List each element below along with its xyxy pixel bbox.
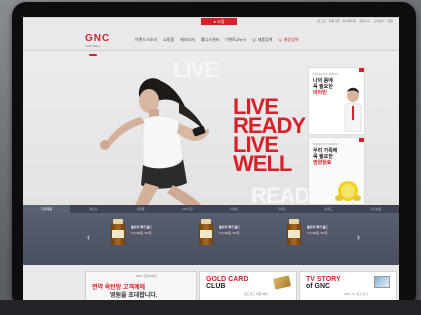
tab-md[interactable]: MD추천 — [164, 205, 211, 213]
tab-brand[interactable]: 브랜드 — [305, 205, 352, 213]
tv-story-title-1: TV STORY — [306, 276, 341, 283]
promo-subline: 영원을 초대합니다. — [110, 293, 158, 299]
promo-eyebrow: GNC 건강이야기 — [136, 274, 158, 278]
side-tab-marker — [359, 68, 364, 72]
lemon-image — [335, 181, 361, 201]
logo-text: GNC — [85, 33, 111, 44]
product-bottle-image — [111, 219, 125, 245]
util-english[interactable]: 영문 — [387, 19, 393, 23]
pharmacist-image — [344, 87, 362, 132]
product-tabs: 추천제품 베스트 신제품 MD추천 이벤트 기획전 브랜드 할인상품 — [23, 205, 399, 213]
runner-woman-image — [100, 78, 210, 221]
tv-story-title-2: of GNC — [306, 283, 331, 290]
laptop-scene: ● 쇼핑 로그인 회원가입 마이페이지 장바구니 고객센터 영문 GNC LIV… — [0, 0, 421, 315]
tab-special[interactable]: 기획전 — [258, 205, 305, 213]
nav-product-search[interactable]: Q. 제품검색 — [252, 37, 272, 43]
product-name: 울트라 메가 골드 — [219, 225, 240, 229]
product-carousel: 추천제품 베스트 신제품 MD추천 이벤트 기획전 브랜드 할인상품 ‹ › 울… — [23, 205, 399, 265]
product-bottle-image — [287, 219, 301, 245]
gold-card-title-1: GOLD CARD — [206, 276, 249, 283]
side-banner-eyebrow: PRODUCT EVENT — [313, 72, 339, 76]
logo-tagline: LIVE WELL — [85, 44, 101, 48]
gold-card-title-2: CLUB — [206, 283, 226, 290]
tv-story-title: TV STORY of GNC — [306, 276, 341, 290]
nav-wellness[interactable]: 웰니스센터 — [201, 37, 219, 43]
nav-shop[interactable]: 쇼핑몰 — [163, 37, 174, 43]
product-price: 72,000원 / 60정 — [219, 231, 240, 235]
side-banner-eyebrow: PRODUCT EVENT — [313, 142, 339, 146]
side-banner-text: 우리 가족에 꼭 필요한 영양원료 — [313, 148, 345, 166]
product-card-1[interactable]: 울트라 메가 골드 72,000원 / 60정 — [107, 217, 177, 261]
promo-gold-card[interactable]: GOLD CARD CLUB 골드카드 회원 혜택 — [199, 271, 297, 300]
carousel-next-button[interactable]: › — [357, 232, 360, 242]
shop-tab[interactable]: ● 쇼핑 — [201, 18, 237, 25]
promo-row: GNC 건강이야기 면역 육탄방 고객께에 영원을 초대합니다. GOLD CA… — [23, 267, 399, 300]
carousel-prev-button[interactable]: ‹ — [87, 232, 90, 242]
side-banner-family[interactable]: PRODUCT EVENT 우리 가족에 꼭 필요한 영양원료 — [308, 137, 365, 205]
tv-story-desc: GNC TV 광고 보기 — [344, 292, 368, 296]
side-banner-vitamin[interactable]: PRODUCT EVENT 나의 몸에 꼭 필요한 비타민 — [308, 67, 365, 135]
tab-recommended[interactable]: 추천제품 — [23, 205, 70, 213]
side-highlight: 비타민 — [313, 90, 327, 96]
product-card-2[interactable]: 울트라 메가 골드 72,000원 / 60정 — [195, 217, 265, 261]
main-nav: 브랜드스토리 쇼핑몰 헤리티지 웰니스센터 이벤트&뉴스 Q. 제품검색 Q. … — [135, 37, 298, 43]
product-card-3[interactable]: 울트라 메가 골드 72,000원 / 60정 — [283, 217, 353, 261]
gold-card-desc: 골드카드 회원 혜택 — [244, 292, 268, 296]
util-cart[interactable]: 장바구니 — [359, 19, 370, 23]
product-name: 울트라 메가 골드 — [131, 225, 152, 229]
tab-sale[interactable]: 할인상품 — [352, 205, 399, 213]
util-mypage[interactable]: 마이페이지 — [343, 19, 357, 23]
product-name: 울트라 메가 골드 — [307, 225, 328, 229]
top-utility-bar: ● 쇼핑 로그인 회원가입 마이페이지 장바구니 고객센터 영문 — [23, 17, 399, 25]
nav-store-search[interactable]: Q. 매장검색 — [278, 37, 298, 43]
tab-best[interactable]: 베스트 — [70, 205, 117, 213]
product-price: 72,000원 / 60정 — [131, 231, 152, 235]
slogan-line-4: WELL — [233, 151, 292, 176]
tv-icon — [374, 276, 390, 288]
util-login[interactable]: 로그인 — [317, 19, 325, 23]
tab-event[interactable]: 이벤트 — [211, 205, 258, 213]
promo-immunity-banner[interactable]: GNC 건강이야기 면역 육탄방 고객께에 영원을 초대합니다. — [85, 271, 197, 300]
gold-card-icon — [273, 275, 291, 290]
side-tab-marker — [359, 138, 364, 142]
website-screen: ● 쇼핑 로그인 회원가입 마이페이지 장바구니 고객센터 영문 GNC LIV… — [23, 17, 399, 300]
product-bottle-image — [199, 219, 213, 245]
hero-slogan: LIVE READY LIVE WELL — [233, 96, 306, 176]
gnc-logo[interactable]: GNC LIVE WELL — [85, 33, 111, 48]
nav-heritage[interactable]: 헤리티지 — [180, 37, 195, 43]
util-join[interactable]: 회원가입 — [329, 19, 340, 23]
util-support[interactable]: 고객센터 — [373, 19, 384, 23]
nav-brand-story[interactable]: 브랜드스토리 — [135, 37, 157, 43]
laptop-base — [0, 300, 421, 315]
side-highlight: 영양원료 — [313, 160, 332, 166]
gold-card-title: GOLD CARD CLUB — [206, 276, 248, 290]
tab-new[interactable]: 신제품 — [117, 205, 164, 213]
promo-tv-story[interactable]: TV STORY of GNC GNC TV 광고 보기 — [299, 271, 397, 300]
product-price: 72,000원 / 60정 — [307, 231, 328, 235]
slide-indicator[interactable] — [89, 54, 97, 56]
nav-events[interactable]: 이벤트&뉴스 — [225, 37, 246, 43]
side-banner-text: 나의 몸에 꼭 필요한 비타민 — [313, 78, 345, 96]
utility-links: 로그인 회원가입 마이페이지 장바구니 고객센터 영문 — [317, 19, 393, 23]
